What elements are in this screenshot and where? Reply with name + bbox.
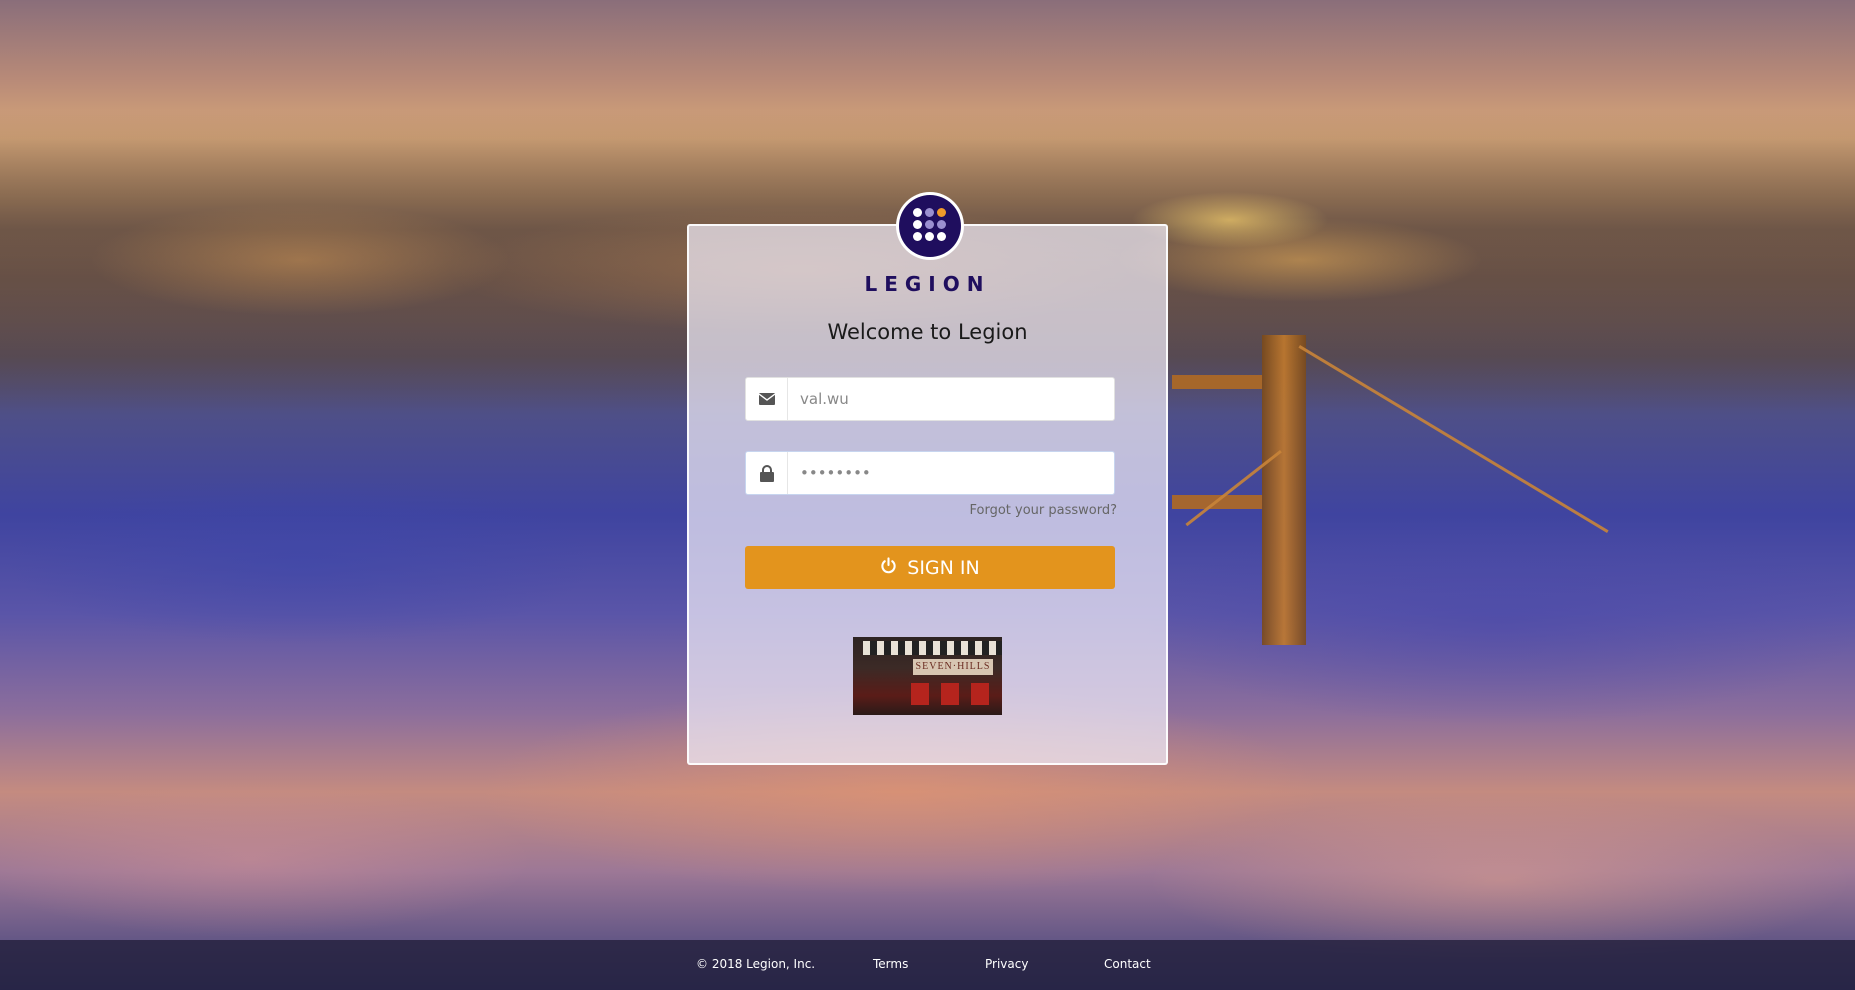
sign-in-label: SIGN IN <box>907 556 980 579</box>
storefront-window <box>911 683 929 705</box>
footer-link-privacy[interactable]: Privacy <box>985 957 1028 971</box>
storefront-awning <box>863 641 1002 655</box>
tenant-storefront-image: SEVEN·HILLS <box>853 637 1002 715</box>
brand-name: LEGION <box>864 272 991 296</box>
sign-in-button[interactable]: SIGN IN <box>745 546 1115 589</box>
login-page: LEGION Welcome to Legion Forgot your pas… <box>0 0 1855 990</box>
legion-logo <box>896 192 964 260</box>
power-icon <box>880 556 897 579</box>
password-field[interactable] <box>745 451 1115 495</box>
storefront-sign: SEVEN·HILLS <box>913 659 993 675</box>
footer-copyright: © 2018 Legion, Inc. <box>696 957 816 971</box>
envelope-icon <box>746 378 788 420</box>
welcome-title: Welcome to Legion <box>827 320 1028 344</box>
forgot-password-link[interactable]: Forgot your password? <box>745 503 1117 518</box>
lock-icon <box>746 452 788 494</box>
email-field[interactable] <box>745 377 1115 421</box>
footer-link-terms[interactable]: Terms <box>873 957 908 971</box>
storefront-window <box>941 683 959 705</box>
background-bridge <box>1172 335 1306 645</box>
legion-dots-logo-icon <box>899 195 961 257</box>
footer: © 2018 Legion, Inc. Terms Privacy Contac… <box>0 940 1855 990</box>
storefront-window <box>971 683 989 705</box>
email-input[interactable] <box>788 378 1114 420</box>
password-input[interactable] <box>788 452 1114 494</box>
footer-link-contact[interactable]: Contact <box>1104 957 1151 971</box>
